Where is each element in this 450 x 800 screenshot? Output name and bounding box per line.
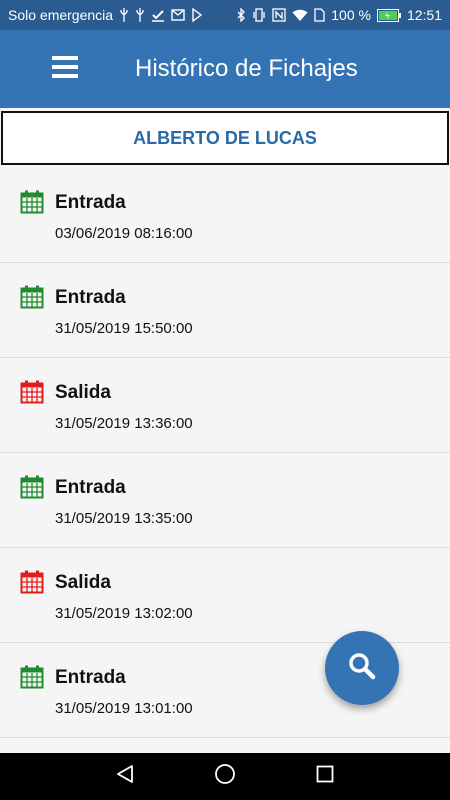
record-datetime: 31/05/2019 13:35:00: [55, 510, 193, 527]
record-datetime: 31/05/2019 15:50:00: [55, 320, 193, 337]
calendar-icon: [20, 665, 44, 689]
home-button[interactable]: [205, 757, 245, 797]
sim-icon: [314, 8, 325, 22]
calendar-icon: [20, 380, 44, 404]
record-type: Entrada: [55, 477, 126, 498]
user-name: ALBERTO DE LUCAS: [133, 127, 317, 148]
nfc-icon: [272, 8, 286, 22]
navigation-bar: [0, 753, 450, 800]
calendar-icon: [20, 285, 44, 309]
record-type: Salida: [55, 382, 111, 403]
record-item[interactable]: Salida 31/05/2019 13:02:00: [0, 548, 450, 643]
back-icon: [115, 764, 135, 789]
record-item[interactable]: Entrada 31/05/2019 15:50:00: [0, 263, 450, 358]
hamburger-menu-icon: [52, 55, 78, 83]
menu-button[interactable]: [35, 39, 95, 99]
check-icon: [151, 8, 165, 22]
record-item[interactable]: Entrada 03/06/2019 08:16:00: [0, 168, 450, 263]
record-item[interactable]: Entrada 31/05/2019 13:35:00: [0, 453, 450, 548]
carrier-text: Solo emergencia: [8, 7, 114, 23]
recents-button[interactable]: [305, 757, 345, 797]
search-icon: [347, 651, 377, 686]
record-datetime: 31/05/2019 13:02:00: [55, 605, 193, 622]
usb-icon: [135, 8, 145, 22]
wifi-icon: [292, 9, 308, 22]
download-icon: [191, 8, 203, 22]
back-button[interactable]: [105, 757, 145, 797]
vibrate-icon: [252, 8, 266, 22]
bluetooth-icon: [236, 8, 246, 22]
user-header: ALBERTO DE LUCAS: [1, 111, 449, 165]
calendar-icon: [20, 475, 44, 499]
clock: 12:51: [406, 7, 442, 23]
record-type: Salida: [55, 572, 111, 593]
record-datetime: 31/05/2019 13:36:00: [55, 415, 193, 432]
status-bar: Solo emergencia 100 % 12:51: [0, 0, 450, 30]
calendar-icon: [20, 190, 44, 214]
record-item[interactable]: Salida 31/05/2019 13:36:00: [0, 358, 450, 453]
recents-icon: [316, 765, 334, 788]
record-type: Entrada: [55, 287, 126, 308]
mail-icon: [171, 9, 185, 21]
app-bar: Histórico de Fichajes: [0, 30, 450, 108]
usb-icon: [119, 8, 129, 22]
record-datetime: 31/05/2019 13:01:00: [55, 700, 193, 717]
record-datetime: 03/06/2019 08:16:00: [55, 225, 193, 242]
record-type: Entrada: [55, 192, 126, 213]
record-type: Entrada: [55, 667, 126, 688]
calendar-icon: [20, 570, 44, 594]
battery-icon: [376, 8, 401, 22]
search-button[interactable]: [325, 631, 399, 705]
page-title: Histórico de Fichajes: [135, 55, 358, 82]
home-icon: [214, 763, 236, 790]
battery-percent: 100 %: [331, 7, 371, 23]
